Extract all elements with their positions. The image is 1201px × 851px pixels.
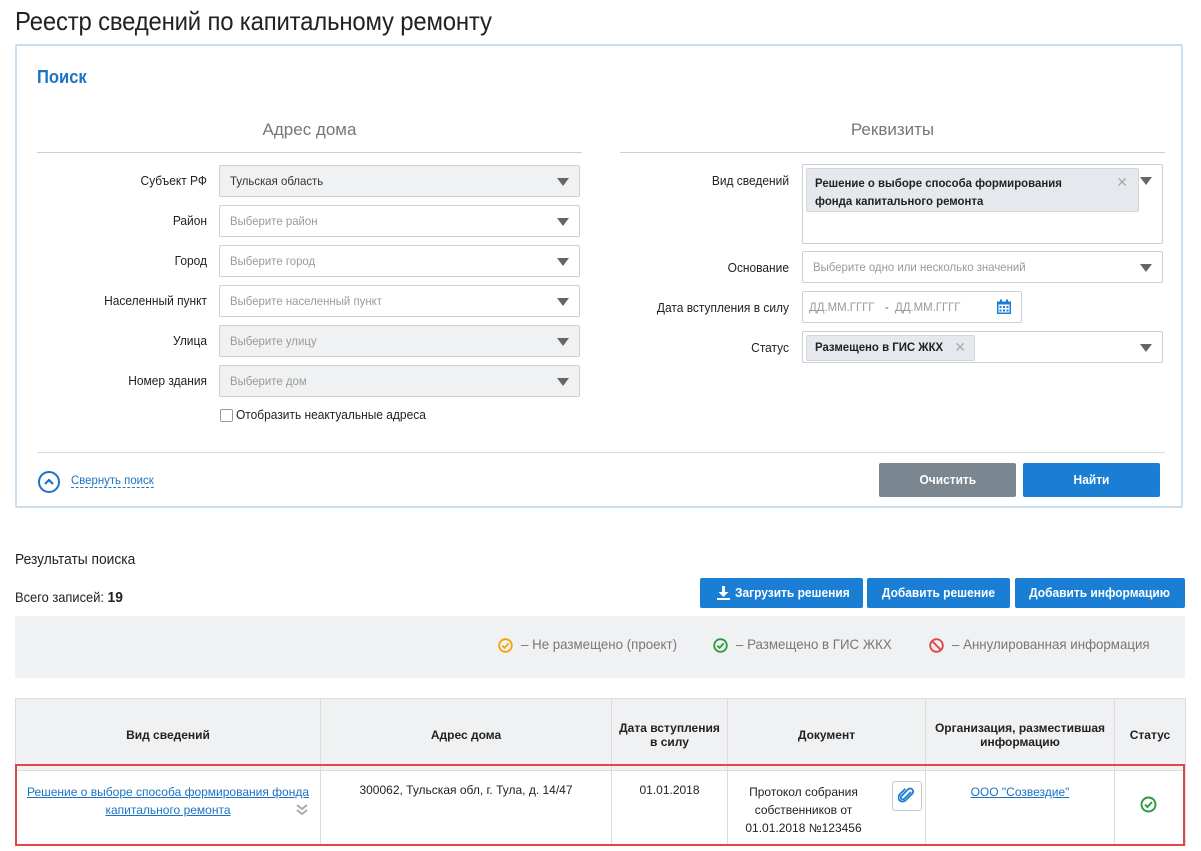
results-title: Результаты поиска — [15, 551, 136, 568]
chevron-down-icon — [557, 298, 569, 306]
chevron-down-icon — [557, 378, 569, 386]
chevron-up-icon[interactable] — [38, 471, 60, 493]
info-type-label: Вид сведений — [711, 173, 789, 188]
chevron-down-icon — [1140, 177, 1152, 185]
column-header[interactable]: Организация, разместившая информацию — [925, 698, 1115, 771]
chevron-down-icon — [1140, 264, 1152, 272]
city-select[interactable]: Выберите город — [219, 245, 580, 277]
check-circle-icon — [1140, 796, 1157, 813]
table-row: Решение о выборе способа формирования фо… — [15, 770, 1186, 846]
show-inactive-checkbox[interactable] — [220, 409, 233, 422]
search-panel: Поиск Адрес дома Реквизиты Субъект РФ Ту… — [15, 44, 1183, 508]
divider — [620, 152, 1165, 153]
date-to-placeholder: ДД.ММ.ГГГГ — [895, 300, 961, 314]
column-header[interactable]: Адрес дома — [320, 698, 612, 771]
building-label: Номер здания — [128, 373, 207, 388]
date-separator: - — [885, 300, 889, 314]
subject-select[interactable]: Тульская область — [219, 165, 580, 197]
results-table: Вид сведений Адрес дома Дата вступления … — [15, 698, 1186, 846]
basis-select[interactable]: Выберите одно или несколько значений — [802, 251, 1163, 283]
chevron-down-icon — [557, 178, 569, 186]
address-cell: 300062, Тульская обл, г. Тула, д. 14/47 — [320, 770, 612, 846]
find-button[interactable]: Найти — [1023, 463, 1160, 497]
close-icon[interactable]: ✕ — [954, 339, 966, 356]
total-records: Всего записей: 19 — [15, 589, 123, 606]
add-information-button[interactable]: Добавить информацию — [1015, 578, 1185, 608]
chevron-down-icon — [557, 338, 569, 346]
date-from-placeholder: ДД.ММ.ГГГГ — [809, 300, 875, 314]
effective-date-range[interactable]: ДД.ММ.ГГГГ - ДД.ММ.ГГГГ — [802, 291, 1022, 323]
column-header[interactable]: Дата вступления в силу — [611, 698, 728, 771]
column-header[interactable]: Статус — [1114, 698, 1186, 771]
table-header-row: Вид сведений Адрес дома Дата вступления … — [15, 698, 1186, 771]
divider — [37, 452, 1165, 453]
clear-button[interactable]: Очистить — [879, 463, 1016, 497]
requisites-section-title: Реквизиты — [850, 120, 935, 139]
district-select[interactable]: Выберите район — [219, 205, 580, 237]
organization-link[interactable]: ООО "Созвездие" — [971, 785, 1070, 799]
column-header[interactable]: Документ — [727, 698, 926, 771]
street-label: Улица — [173, 333, 207, 348]
info-type-select[interactable]: Решение о выборе способа формирования фо… — [802, 164, 1163, 244]
paperclip-icon — [898, 787, 915, 803]
column-header[interactable]: Вид сведений — [15, 698, 321, 771]
divider — [37, 152, 582, 153]
double-chevron-down-icon[interactable] — [296, 803, 308, 817]
chevron-down-icon — [557, 258, 569, 266]
basis-placeholder: Выберите одно или несколько значений — [813, 260, 1026, 274]
city-placeholder: Выберите город — [230, 254, 316, 268]
legend-annulled: – Аннулированная информация — [952, 636, 1150, 652]
status-select[interactable]: Размещено в ГИС ЖКХ ✕ — [802, 331, 1163, 363]
total-count: 19 — [107, 589, 123, 606]
cancel-circle-icon — [929, 638, 944, 653]
info-type-tag[interactable]: Решение о выборе способа формирования фо… — [806, 168, 1139, 212]
address-section-title: Адрес дома — [262, 120, 357, 139]
download-icon — [717, 586, 730, 600]
status-label: Статус — [751, 340, 789, 355]
close-icon[interactable]: ✕ — [1116, 174, 1128, 191]
locality-select[interactable]: Выберите населенный пункт — [219, 285, 580, 317]
status-tag[interactable]: Размещено в ГИС ЖКХ ✕ — [806, 335, 975, 361]
legend-not-posted: – Не размещено (проект) — [521, 636, 678, 652]
subject-value: Тульская область — [230, 174, 324, 188]
show-inactive-label: Отобразить неактуальные адреса — [236, 407, 426, 422]
chevron-down-icon — [1140, 344, 1152, 352]
attachment-button[interactable] — [892, 781, 922, 811]
check-circle-icon — [713, 638, 728, 653]
status-tag-text: Размещено в ГИС ЖКХ — [815, 340, 944, 354]
effective-date-label: Дата вступления в силу — [656, 300, 789, 315]
city-label: Город — [174, 253, 207, 268]
street-placeholder: Выберите улицу — [230, 334, 317, 348]
district-label: Район — [172, 213, 207, 228]
building-placeholder: Выберите дом — [230, 374, 307, 388]
locality-placeholder: Выберите населенный пункт — [230, 294, 382, 308]
info-type-tag-text: Решение о выборе способа формирования фо… — [815, 176, 1062, 208]
subject-label: Субъект РФ — [140, 173, 207, 188]
add-decision-button[interactable]: Добавить решение — [867, 578, 1010, 608]
check-circle-icon — [498, 638, 513, 653]
chevron-down-icon — [557, 218, 569, 226]
street-select[interactable]: Выберите улицу — [219, 325, 580, 357]
date-cell: 01.01.2018 — [611, 770, 728, 846]
status-legend: – Не размещено (проект) – Размещено в ГИ… — [15, 616, 1185, 678]
upload-decisions-button[interactable]: Загрузить решения — [700, 578, 863, 608]
locality-label: Населенный пункт — [104, 293, 207, 308]
legend-posted: – Размещено в ГИС ЖКХ — [736, 636, 892, 652]
page-title: Реестр сведений по капитальному ремонту — [15, 6, 492, 36]
building-select[interactable]: Выберите дом — [219, 365, 580, 397]
district-placeholder: Выберите район — [230, 214, 318, 228]
basis-label: Основание — [727, 260, 789, 275]
collapse-search-link[interactable]: Свернуть поиск — [71, 473, 154, 488]
info-type-link[interactable]: Решение о выборе способа формирования фо… — [27, 785, 309, 817]
calendar-icon[interactable] — [996, 299, 1012, 315]
search-title: Поиск — [37, 67, 87, 87]
